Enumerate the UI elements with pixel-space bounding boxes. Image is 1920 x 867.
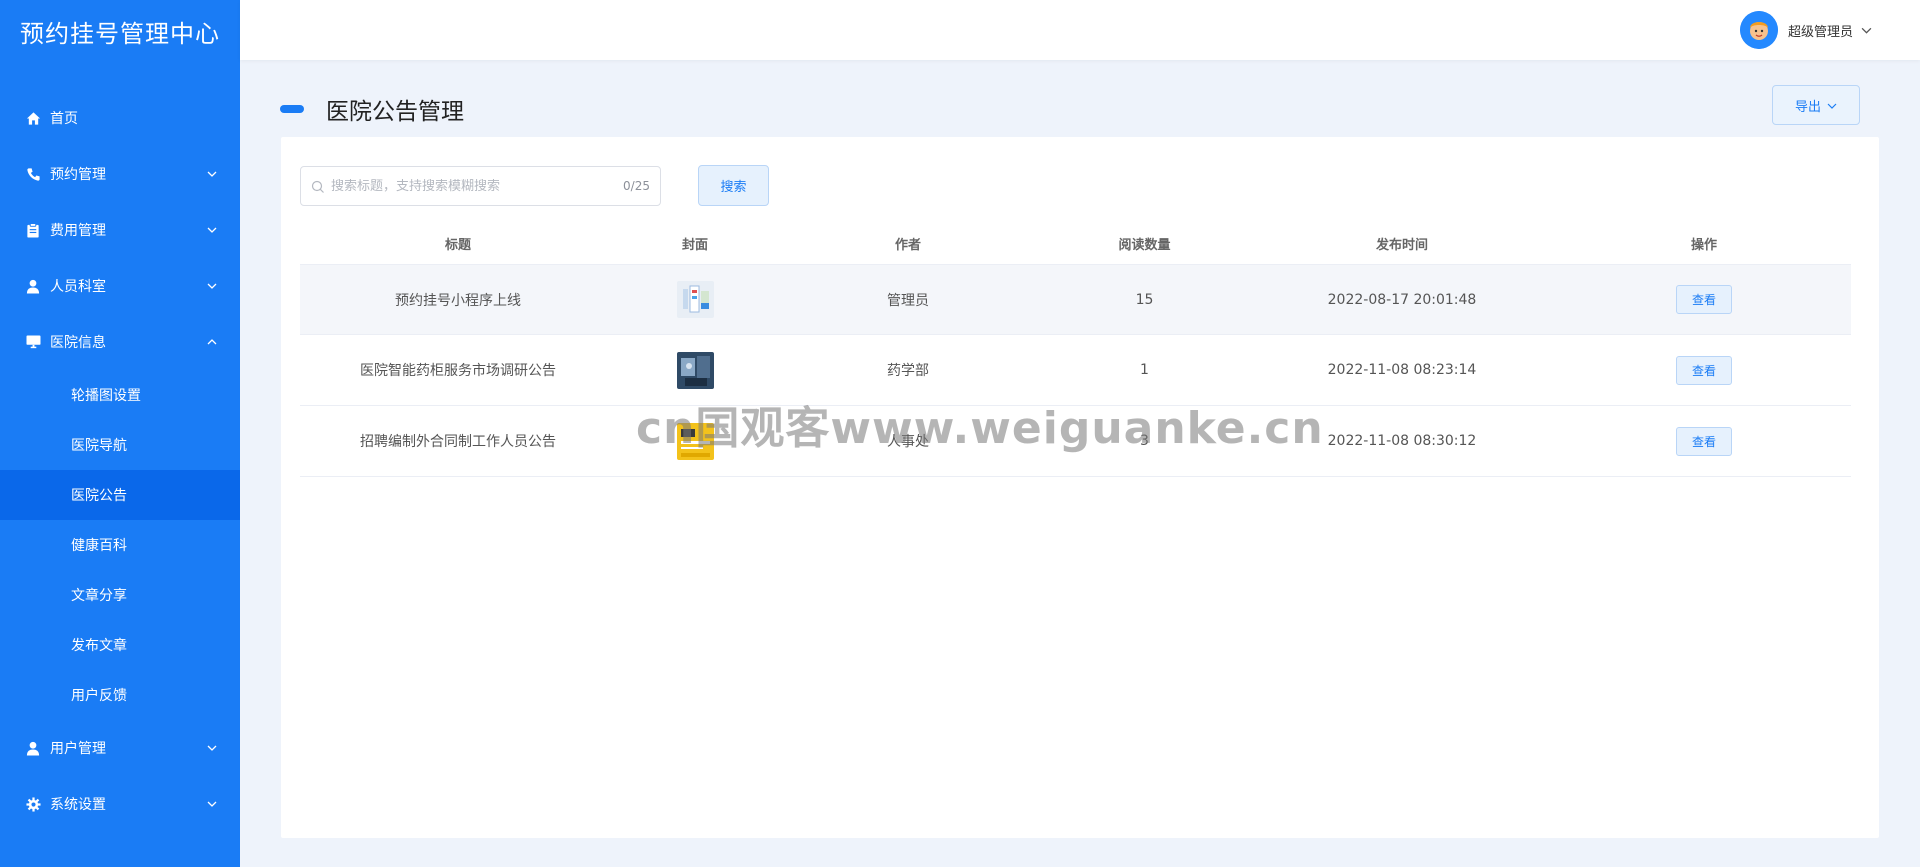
sidebar-item-label: 人员科室 — [50, 279, 106, 295]
sidebar-item-settings[interactable]: 系统设置 — [0, 776, 240, 832]
avatar — [1739, 11, 1778, 49]
monitor-icon — [24, 333, 42, 351]
column-header-actions: 操作 — [1690, 237, 1717, 253]
sidebar-subitem-health-wiki[interactable]: 健康百科 — [0, 520, 240, 570]
table-header: 标题 封面 作者 阅读数量 发布时间 操作 — [300, 222, 1851, 264]
sidebar-subitem-publish-article[interactable]: 发布文章 — [0, 620, 240, 670]
search-button[interactable]: 搜索 — [698, 165, 769, 206]
brand-title: 预约挂号管理中心 — [20, 19, 220, 48]
clipboard-icon — [24, 221, 42, 239]
cell-title: 医院智能药柜服务市场调研公告 — [360, 363, 556, 379]
sidebar-subitem-article-share[interactable]: 文章分享 — [0, 570, 240, 620]
column-header-reads: 阅读数量 — [1118, 237, 1171, 253]
cell-actions: 查看 — [1557, 285, 1851, 314]
sidebar-item-hospital-info[interactable]: 医院信息 — [0, 314, 240, 370]
scrollbar[interactable] — [1872, 137, 1878, 747]
user-icon — [24, 277, 42, 295]
sidebar-item-staff[interactable]: 人员科室 — [0, 258, 240, 314]
column-header-author: 作者 — [894, 237, 921, 253]
cell-actions: 查看 — [1557, 355, 1851, 385]
sidebar-subitem-navigation[interactable]: 医院导航 — [0, 420, 240, 470]
sidebar: 预约挂号管理中心 首页 预约管理 费用管理 人员科室 医院信息 轮播图设置 医院… — [0, 0, 240, 867]
view-button[interactable]: 查看 — [1676, 285, 1732, 314]
cell-author: 药学部 — [887, 363, 929, 379]
chevron-down-icon — [206, 280, 218, 292]
table-row: 预约挂号小程序上线 管理员 15 2022-08-17 20:01:48 查看 — [300, 264, 1851, 335]
cell-reads: 15 — [1135, 291, 1154, 308]
chevron-down-icon — [206, 742, 218, 754]
view-button[interactable]: 查看 — [1676, 355, 1732, 385]
sidebar-menu: 首页 预约管理 费用管理 人员科室 医院信息 轮播图设置 医院导航 医院公告 健… — [0, 90, 240, 832]
sidebar-item-fees[interactable]: 费用管理 — [0, 202, 240, 258]
user-menu[interactable]: 超级管理员 — [1739, 11, 1872, 49]
sidebar-item-users[interactable]: 用户管理 — [0, 720, 240, 776]
page-title: 医院公告管理 — [326, 99, 464, 125]
watermark: cn国观客www.weiguanke.cn — [636, 403, 1324, 454]
column-header-time: 发布时间 — [1375, 237, 1428, 253]
sidebar-item-home[interactable]: 首页 — [0, 90, 240, 146]
cell-time: 2022-11-08 08:23:14 — [1327, 362, 1477, 378]
cell-cover — [616, 281, 774, 318]
chevron-down-icon — [1861, 23, 1872, 38]
cell-author: 管理员 — [887, 292, 929, 309]
cell-reads: 1 — [1140, 362, 1149, 378]
search-box: 0/25 — [300, 166, 661, 206]
sidebar-item-label: 费用管理 — [50, 223, 106, 239]
sidebar-subitem-carousel[interactable]: 轮播图设置 — [0, 370, 240, 420]
export-button[interactable]: 导出 — [1772, 85, 1860, 125]
sidebar-item-label: 医院信息 — [50, 335, 106, 351]
chevron-down-icon — [206, 798, 218, 810]
column-header-title: 标题 — [444, 237, 471, 253]
gear-icon — [24, 795, 42, 813]
search-input[interactable] — [331, 178, 624, 194]
user-icon — [24, 739, 42, 757]
cell-actions: 查看 — [1557, 426, 1851, 456]
chevron-down-icon — [1827, 98, 1837, 113]
sidebar-item-label: 预约管理 — [50, 167, 106, 183]
cell-title: 招聘编制外合同制工作人员公告 — [360, 434, 556, 450]
column-header-cover: 封面 — [681, 237, 708, 253]
sidebar-item-label: 用户管理 — [50, 741, 106, 757]
sidebar-item-label: 首页 — [50, 111, 78, 127]
cover-image[interactable] — [676, 281, 714, 318]
chevron-down-icon — [206, 224, 218, 236]
cell-title: 预约挂号小程序上线 — [395, 292, 521, 309]
cover-image[interactable] — [676, 351, 714, 389]
chevron-down-icon — [206, 168, 218, 180]
sidebar-item-label: 系统设置 — [50, 797, 106, 813]
sidebar-subitem-announcements[interactable]: 医院公告 — [0, 470, 240, 520]
sidebar-item-appointments[interactable]: 预约管理 — [0, 146, 240, 202]
export-label: 导出 — [1794, 99, 1821, 115]
phone-icon — [24, 165, 42, 183]
home-icon — [24, 109, 42, 127]
search-char-count: 0/25 — [623, 179, 650, 193]
search-icon — [311, 179, 325, 193]
cell-cover — [616, 351, 774, 389]
sidebar-subitem-feedback[interactable]: 用户反馈 — [0, 670, 240, 720]
view-button[interactable]: 查看 — [1676, 426, 1732, 456]
chevron-up-icon — [206, 336, 218, 348]
page-title-bar: 医院公告管理 — [280, 92, 464, 126]
title-marker — [280, 105, 304, 113]
top-header: 超级管理员 — [240, 0, 1920, 60]
user-name: 超级管理员 — [1787, 24, 1853, 40]
cell-time: 2022-08-17 20:01:48 — [1327, 291, 1477, 308]
